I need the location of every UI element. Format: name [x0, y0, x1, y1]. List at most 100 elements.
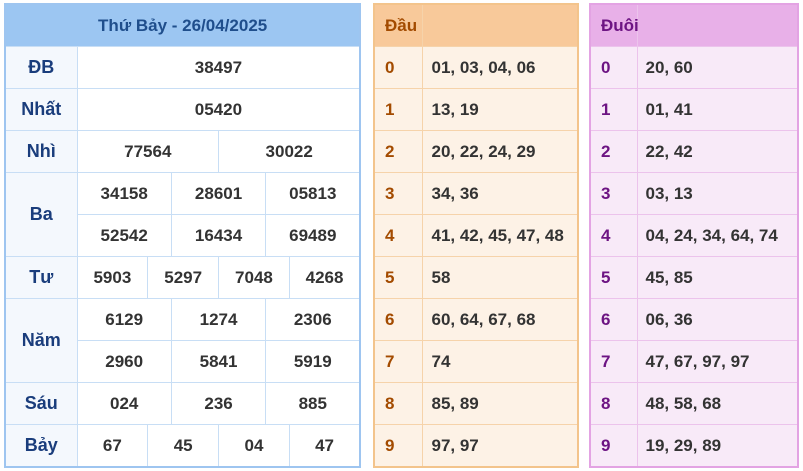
- prize-value: 4268: [288, 256, 361, 299]
- prize-value: 5919: [265, 340, 361, 383]
- dau-digit: 7: [373, 340, 423, 383]
- dau-digit: 9: [373, 424, 423, 468]
- duoi-values: 45, 85: [636, 256, 799, 299]
- dau-row: 5 58: [373, 256, 579, 299]
- prize-row-nam: Năm 6129 1274 2306: [4, 298, 361, 383]
- prize-value: 52542: [76, 214, 172, 257]
- dau-row: 8 85, 89: [373, 382, 579, 425]
- dau-row: 9 97, 97: [373, 424, 579, 468]
- dau-row: 1 13, 19: [373, 88, 579, 131]
- duoi-row: 3 03, 13: [589, 172, 799, 215]
- duoi-row: 4 04, 24, 34, 64, 74: [589, 214, 799, 257]
- prize-value: 45: [147, 424, 220, 468]
- duoi-digit: 6: [589, 298, 638, 341]
- dau-digit: 3: [373, 172, 423, 215]
- prize-value: 05420: [76, 88, 361, 131]
- dau-header-blank: [421, 3, 579, 47]
- prize-row-sau: Sáu 024 236 885: [4, 382, 361, 425]
- prize-value: 5903: [76, 256, 149, 299]
- prize-label-nhi: Nhì: [4, 130, 78, 173]
- prize-row-bay: Bảy 67 45 04 47: [4, 424, 361, 468]
- prize-label-nam: Năm: [4, 298, 78, 383]
- duoi-digit: 4: [589, 214, 638, 257]
- prize-value: 34158: [76, 172, 172, 215]
- prize-value: 5841: [170, 340, 267, 383]
- prize-value: 024: [76, 382, 172, 425]
- duoi-row: 0 20, 60: [589, 46, 799, 89]
- dau-digit: 1: [373, 88, 423, 131]
- prize-value: 67: [76, 424, 149, 468]
- duoi-digit: 1: [589, 88, 638, 131]
- prize-label-nhat: Nhất: [4, 88, 78, 131]
- prize-value: 77564: [76, 130, 220, 173]
- dau-row: 6 60, 64, 67, 68: [373, 298, 579, 341]
- dau-row: 7 74: [373, 340, 579, 383]
- prize-label-db: ĐB: [4, 46, 78, 89]
- prize-value: 2306: [265, 298, 361, 341]
- prize-value: 05813: [265, 172, 361, 215]
- prize-row-ba: Ba 34158 28601 05813: [4, 172, 361, 257]
- duoi-row: 2 22, 42: [589, 130, 799, 173]
- prize-label-ba: Ba: [4, 172, 78, 257]
- prize-row-nhi: Nhì 77564 30022: [4, 130, 361, 173]
- prize-value: 47: [288, 424, 361, 468]
- results-table: Thứ Bảy - 26/04/2025 ĐB 38497 Nhất 05420…: [4, 3, 362, 468]
- duoi-digit: 7: [589, 340, 638, 383]
- duoi-row: 6 06, 36: [589, 298, 799, 341]
- duoi-digit: 9: [589, 424, 638, 468]
- dau-values: 97, 97: [421, 424, 579, 468]
- prize-value: 885: [265, 382, 361, 425]
- dau-table: Đầu 0 01, 03, 04, 06 1 13, 19 2 20, 22, 24,…: [373, 3, 579, 468]
- duoi-values: 22, 42: [636, 130, 799, 173]
- dau-digit: 4: [373, 214, 423, 257]
- prize-value: 30022: [218, 130, 361, 173]
- special-prize-value: 38497: [76, 46, 361, 89]
- dau-row: 2 20, 22, 24, 29: [373, 130, 579, 173]
- prize-value: 5297: [147, 256, 220, 299]
- duoi-values: 06, 36: [636, 298, 799, 341]
- dau-digit: 2: [373, 130, 423, 173]
- prize-value: 236: [170, 382, 267, 425]
- duoi-digit: 8: [589, 382, 638, 425]
- duoi-values: 47, 67, 97, 97: [636, 340, 799, 383]
- prize-value: 7048: [218, 256, 290, 299]
- prize-value: 28601: [170, 172, 267, 215]
- dau-row: 4 41, 42, 45, 47, 48: [373, 214, 579, 257]
- prize-value: 1274: [170, 298, 267, 341]
- prize-row-nhat: Nhất 05420: [4, 88, 361, 131]
- dau-digit: 6: [373, 298, 423, 341]
- prize-value: 2960: [76, 340, 172, 383]
- duoi-row: 1 01, 41: [589, 88, 799, 131]
- duoi-row: 7 47, 67, 97, 97: [589, 340, 799, 383]
- dau-digit: 5: [373, 256, 423, 299]
- duoi-digit: 2: [589, 130, 638, 173]
- dau-values: 01, 03, 04, 06: [421, 46, 579, 89]
- prize-value: 16434: [170, 214, 267, 257]
- duoi-header: Đuôi: [589, 3, 639, 47]
- duoi-row: 5 45, 85: [589, 256, 799, 299]
- prize-row-db: ĐB 38497: [4, 46, 361, 89]
- duoi-digit: 3: [589, 172, 638, 215]
- dau-values: 60, 64, 67, 68: [421, 298, 579, 341]
- prize-value: 69489: [265, 214, 361, 257]
- dau-values: 34, 36: [421, 172, 579, 215]
- prize-label-sau: Sáu: [4, 382, 78, 425]
- duoi-row: 9 19, 29, 89: [589, 424, 799, 468]
- prize-row-tu: Tư 5903 5297 7048 4268: [4, 256, 361, 299]
- dau-digit: 8: [373, 382, 423, 425]
- duoi-values: 19, 29, 89: [636, 424, 799, 468]
- prize-label-tu: Tư: [4, 256, 78, 299]
- dau-values: 58: [421, 256, 579, 299]
- dau-digit: 0: [373, 46, 423, 89]
- duoi-table: Đuôi 0 20, 60 1 01, 41 2 22, 42 3 03, 13 4 04…: [589, 3, 799, 468]
- duoi-values: 04, 24, 34, 64, 74: [636, 214, 799, 257]
- duoi-digit: 5: [589, 256, 638, 299]
- duoi-values: 03, 13: [636, 172, 799, 215]
- duoi-row: 8 48, 58, 68: [589, 382, 799, 425]
- draw-date-title: Thứ Bảy - 26/04/2025: [4, 3, 361, 47]
- duoi-values: 01, 41: [636, 88, 799, 131]
- dau-values: 41, 42, 45, 47, 48: [421, 214, 579, 257]
- prize-label-bay: Bảy: [4, 424, 78, 468]
- dau-row: 3 34, 36: [373, 172, 579, 215]
- dau-values: 13, 19: [421, 88, 579, 131]
